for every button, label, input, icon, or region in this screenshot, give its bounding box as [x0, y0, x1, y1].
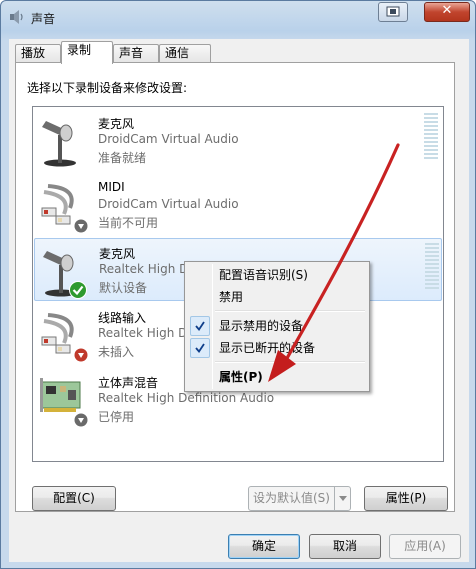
device-status: 准备就绪: [98, 151, 147, 165]
tab-sounds[interactable]: 声音: [113, 44, 159, 63]
menu-item-label: 配置语音识别(S): [219, 268, 308, 282]
help-icon: [386, 6, 400, 17]
device-status: 未插入: [98, 345, 135, 359]
device-description: DroidCam Virtual Audio: [98, 132, 239, 146]
device-context-menu: 配置语音识别(S) 禁用 显示禁用的设备 显示已断开的设备 属性(P): [184, 261, 370, 392]
tab-communications[interactable]: 通信: [159, 44, 211, 63]
menu-item-label: 禁用: [219, 290, 244, 304]
down-arrow-badge-icon: [74, 219, 88, 233]
checkmark-icon: [190, 338, 210, 358]
instruction-text: 选择以下录制设备来修改设置:: [27, 81, 188, 95]
default-check-icon: [69, 281, 87, 299]
checkmark-icon: [190, 316, 210, 336]
device-item[interactable]: MIDI DroidCam Virtual Audio 当前不可用: [34, 174, 442, 237]
level-meter: [425, 243, 439, 289]
menu-item-label: 显示已断开的设备: [219, 341, 316, 355]
menu-separator: [215, 361, 365, 363]
device-status: 当前不可用: [98, 216, 159, 230]
device-status: 已停用: [98, 410, 135, 424]
chevron-down-icon: [338, 496, 347, 501]
cancel-button[interactable]: 取消: [309, 534, 381, 559]
menu-item-show-disabled[interactable]: 显示禁用的设备: [187, 315, 367, 337]
device-name: 立体声混音: [98, 376, 159, 390]
tab-recording[interactable]: 录制: [61, 41, 113, 64]
menu-item-label: 属性(P): [219, 370, 263, 384]
level-meter: [424, 113, 438, 159]
unplugged-arrow-badge-icon: [74, 348, 88, 362]
properties-button[interactable]: 属性(P): [364, 486, 448, 511]
device-description: Realtek High Definition Audio: [98, 391, 275, 405]
device-name: MIDI: [98, 180, 125, 194]
split-dropdown-arrow[interactable]: [334, 487, 350, 510]
menu-item-disable[interactable]: 禁用: [187, 286, 367, 308]
title-bar[interactable]: 声音 ✕: [1, 1, 475, 31]
close-icon: ✕: [441, 3, 453, 18]
device-item[interactable]: 麦克风 DroidCam Virtual Audio 准备就绪: [34, 109, 442, 172]
device-description: Realtek High D: [99, 262, 189, 276]
help-button[interactable]: [378, 2, 408, 22]
window-title: 声音: [31, 12, 56, 26]
device-name: 线路输入: [98, 311, 147, 325]
device-name: 麦克风: [98, 117, 135, 131]
microphone-icon: [42, 121, 76, 167]
apply-button[interactable]: 应用(A): [389, 534, 461, 559]
menu-item-label: 显示禁用的设备: [219, 319, 304, 333]
tab-playback[interactable]: 播放: [15, 44, 61, 63]
set-default-label: 设为默认值(S): [253, 491, 330, 505]
menu-separator: [215, 310, 365, 312]
device-name: 麦克风: [99, 247, 136, 261]
speaker-icon: [10, 10, 23, 24]
configure-button[interactable]: 配置(C): [32, 486, 116, 511]
menu-item-properties[interactable]: 属性(P): [187, 366, 367, 388]
ok-button[interactable]: 确定: [228, 534, 300, 559]
close-button[interactable]: ✕: [424, 2, 470, 22]
down-arrow-badge-icon: [74, 413, 88, 427]
device-description: Realtek High D: [98, 326, 188, 340]
device-description: DroidCam Virtual Audio: [98, 197, 239, 211]
menu-item-show-disconnected[interactable]: 显示已断开的设备: [187, 337, 367, 359]
menu-item-configure-speech[interactable]: 配置语音识别(S): [187, 264, 367, 286]
device-status: 默认设备: [99, 281, 148, 295]
set-default-split-button[interactable]: 设为默认值(S): [248, 486, 351, 511]
